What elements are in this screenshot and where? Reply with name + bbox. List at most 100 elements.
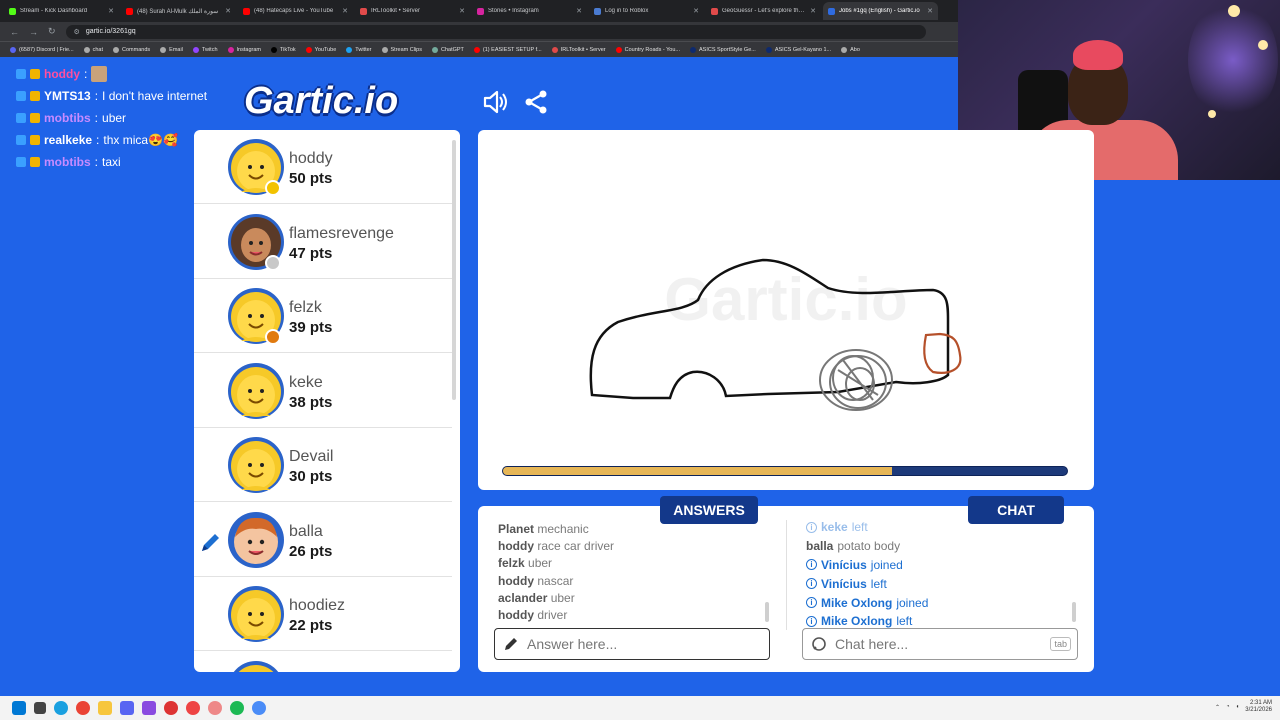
bookmark-item[interactable]: YouTube	[305, 46, 337, 53]
tab-close-icon[interactable]: ✕	[927, 7, 933, 15]
file-explorer-icon[interactable]	[98, 701, 112, 715]
url-field[interactable]: ⚙ gartic.io/3261gq	[65, 24, 926, 39]
sound-muted-icon[interactable]	[482, 88, 510, 116]
tab-close-icon[interactable]: ✕	[459, 7, 465, 15]
bookmark-item[interactable]: IRLToolkit • Server	[551, 46, 606, 53]
share-icon[interactable]	[522, 88, 550, 116]
answer-input[interactable]	[527, 636, 769, 652]
bookmark-icon	[615, 46, 622, 53]
player-row[interactable]: Devail 30 pts	[194, 428, 452, 502]
bookmark-label: chat	[92, 46, 104, 53]
reload-icon[interactable]: ↻	[48, 26, 56, 37]
drawing-canvas[interactable]: Gartic.io	[478, 130, 1094, 490]
bookmark-item[interactable]: Instagram	[227, 46, 261, 53]
player-row[interactable]: flamesrevenge 47 pts	[194, 205, 452, 279]
chat-user: Mike Oxlong	[821, 595, 893, 610]
bookmark-item[interactable]: Stream Clips	[381, 46, 422, 53]
player-list-scrollbar[interactable]	[452, 140, 456, 400]
tab-close-icon[interactable]: ✕	[576, 7, 582, 15]
answer-field[interactable]	[494, 628, 770, 660]
browser-tab[interactable]: (48) Surah Al-Mulk سورة الملك ✕	[121, 2, 236, 20]
edge-icon[interactable]	[54, 701, 68, 715]
player-row[interactable]: hoddy 50 pts	[194, 130, 452, 204]
start-icon[interactable]	[12, 701, 26, 715]
bookmark-item[interactable]: Twitch	[192, 46, 218, 53]
canvas-watermark: Gartic.io	[664, 266, 907, 333]
chat-colon: :	[94, 111, 99, 125]
tray-chevron-icon[interactable]: ⌃	[1215, 704, 1220, 711]
chat-text: joined	[896, 595, 929, 610]
browser-tab[interactable]: Log in to Roblox ✕	[589, 2, 704, 20]
chat-colon: :	[84, 67, 88, 81]
bookmark-item[interactable]: ASICS SportStyle Ge...	[689, 46, 756, 53]
discord-icon[interactable]	[120, 701, 134, 715]
bookmark-item[interactable]: ChatGPT	[431, 46, 464, 53]
bookmark-item[interactable]: TikTok	[270, 46, 296, 53]
spotify-icon[interactable]	[230, 701, 244, 715]
bookmark-item[interactable]: Commands	[113, 46, 150, 53]
app-icon-circle[interactable]	[208, 701, 222, 715]
platform-badge-icon	[30, 113, 40, 123]
browser-tab[interactable]: Stories • Instagram ✕	[472, 2, 587, 20]
platform-badge-icon	[30, 135, 40, 145]
answers-scrollbar[interactable]	[765, 602, 769, 622]
browser-tab[interactable]: GeoGuessr - Let's explore the w ✕	[706, 2, 821, 20]
tab-key-hint: tab	[1050, 637, 1071, 651]
chat-bubble-icon	[812, 637, 826, 651]
wifi-icon[interactable]: ◔	[1226, 704, 1230, 710]
player-name: flamesrevenge	[289, 224, 394, 242]
player-name: balla	[289, 522, 323, 540]
task-view-icon[interactable]	[34, 702, 46, 714]
info-icon: i	[806, 597, 817, 609]
chat-field[interactable]: tab	[802, 628, 1078, 660]
tab-close-icon[interactable]: ✕	[225, 7, 231, 15]
bookmark-item[interactable]: ASICS Gel-Kayano 1...	[765, 46, 831, 53]
browser-tab[interactable]: Jobs #1gq (English) - Gartic.io ✕	[823, 2, 938, 20]
bookmark-item[interactable]: Abo	[841, 46, 860, 53]
chat-message-text: uber	[102, 111, 127, 125]
chat-text: left	[851, 520, 868, 535]
browser-tab[interactable]: (48) Hatecaps Live - YouTube ✕	[238, 2, 353, 20]
forward-icon[interactable]: →	[29, 27, 38, 37]
player-name: keke	[289, 373, 323, 391]
answers-tab[interactable]: ANSWERS	[660, 496, 758, 524]
player-row[interactable]: balla 26 pts	[194, 503, 452, 577]
clock[interactable]: 2:31 AM 3/21/2026	[1245, 700, 1272, 714]
obs-icon[interactable]	[142, 701, 156, 715]
chrome-profile-icon[interactable]	[252, 701, 266, 715]
bookmark-item[interactable]: Country Roads - You...	[615, 46, 680, 53]
player-row[interactable]: hoodiez 22 pts	[194, 577, 452, 651]
player-row[interactable]: keke 38 pts	[194, 354, 452, 428]
player-points: 26 pts	[289, 542, 333, 560]
tab-close-icon[interactable]: ✕	[108, 7, 114, 15]
chat-input[interactable]	[835, 636, 1043, 652]
bookmark-item[interactable]: Twitter	[346, 46, 372, 53]
site-info-icon[interactable]: ⚙	[74, 28, 80, 36]
volume-icon[interactable]: ◖	[1236, 704, 1240, 710]
bookmark-item[interactable]: Email	[160, 46, 183, 53]
chat-item: i Vinícius left	[806, 574, 1076, 593]
tab-favicon-icon	[828, 7, 835, 15]
tab-close-icon[interactable]: ✕	[342, 7, 348, 15]
player-name: hoddy	[289, 150, 333, 167]
bookmark-label: YouTube	[314, 46, 337, 53]
player-row[interactable]: felzk 39 pts	[194, 279, 452, 353]
tab-close-icon[interactable]: ✕	[693, 7, 699, 15]
bookmark-label: Email	[169, 46, 183, 53]
bookmark-item[interactable]: (6587) Discord | Frie...	[10, 46, 74, 53]
app-icon-roblox[interactable]	[186, 701, 200, 715]
bookmark-icon	[83, 46, 90, 53]
browser-tab[interactable]: IRLToolkit • Server ✕	[355, 2, 470, 20]
back-icon[interactable]: ←	[10, 27, 19, 37]
chat-colon: :	[96, 133, 100, 147]
app-icon-red[interactable]	[164, 701, 178, 715]
bookmark-item[interactable]: (1) EASIEST SETUP f...	[473, 46, 542, 53]
chat-scrollbar[interactable]	[1072, 602, 1076, 622]
answer-user: hoddy	[498, 539, 534, 554]
answer-item: felzk uber	[498, 556, 768, 573]
bookmark-label: Abo	[850, 46, 860, 53]
browser-tab[interactable]: Stream - Kick Dashboard ✕	[4, 2, 119, 20]
bookmark-item[interactable]: chat	[83, 46, 104, 53]
chrome-icon[interactable]	[76, 701, 90, 715]
tab-close-icon[interactable]: ✕	[810, 7, 816, 15]
